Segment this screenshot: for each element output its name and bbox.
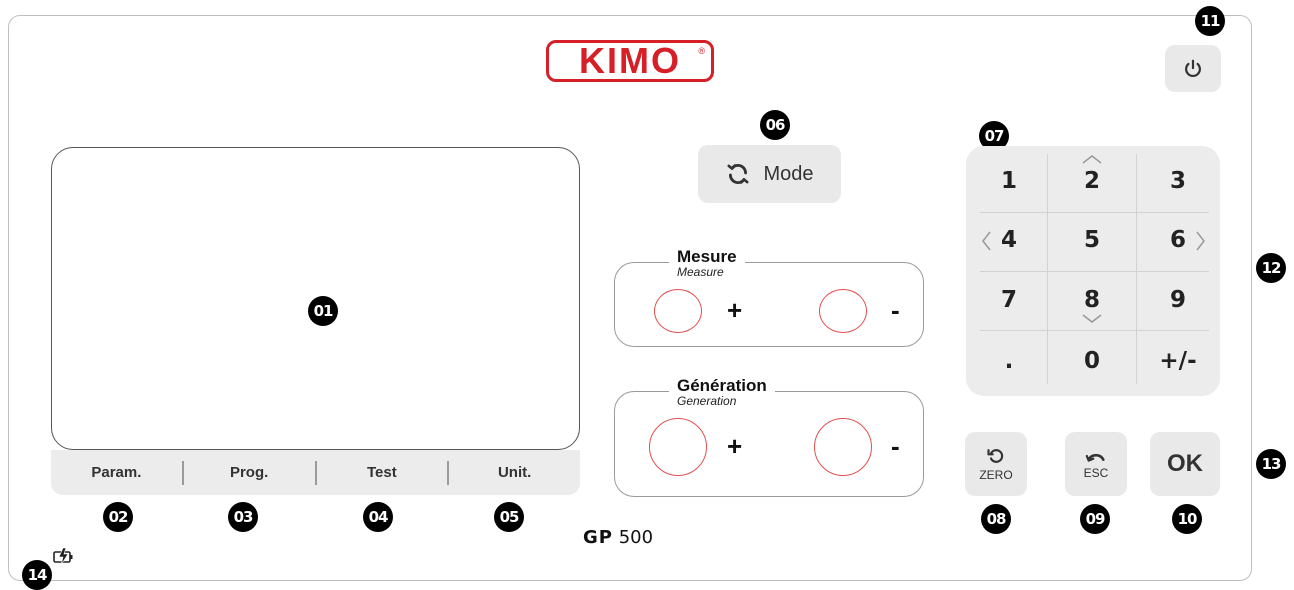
- generation-minus-button[interactable]: [814, 418, 872, 476]
- numeric-keypad: 1 2 3 4 5 6 7 8 9 . 0 +/-: [966, 146, 1220, 396]
- callout-08: 08: [981, 504, 1011, 534]
- key-6[interactable]: 6: [1138, 211, 1218, 269]
- callout-12: 12: [1256, 253, 1286, 283]
- measure-title: Mesure: [677, 247, 737, 266]
- generation-minus-sign: -: [891, 431, 900, 461]
- logo-text: KIMO: [579, 40, 681, 81]
- keypad-divider: [1136, 154, 1137, 384]
- model-number: 500: [618, 527, 654, 548]
- measure-minus-button[interactable]: [819, 289, 867, 333]
- param-key[interactable]: Param.: [51, 450, 182, 495]
- function-key-bar: Param. Prog. Test Unit.: [51, 450, 580, 495]
- ok-button[interactable]: OK: [1150, 432, 1220, 496]
- test-key[interactable]: Test: [317, 450, 448, 495]
- callout-14: 14: [22, 560, 52, 590]
- key-1[interactable]: 1: [969, 152, 1049, 210]
- kimo-logo: KIMO ®: [546, 40, 714, 82]
- measure-subtitle: Measure: [677, 265, 724, 279]
- callout-11: 11: [1195, 6, 1225, 36]
- callout-05: 05: [494, 502, 524, 532]
- key-4[interactable]: 4: [969, 211, 1049, 269]
- measure-minus-sign: -: [891, 295, 900, 325]
- key-plus-minus[interactable]: +/-: [1138, 332, 1218, 390]
- power-button[interactable]: [1165, 45, 1221, 92]
- callout-02: 02: [103, 502, 133, 532]
- right-arrow-icon: [1196, 231, 1205, 251]
- callout-03: 03: [228, 502, 258, 532]
- zero-button[interactable]: ZERO: [965, 432, 1027, 496]
- model-name: GP: [583, 527, 613, 548]
- mode-label: Mode: [763, 162, 814, 185]
- measure-plus-button[interactable]: [654, 289, 702, 333]
- prog-key[interactable]: Prog.: [184, 450, 315, 495]
- key-3[interactable]: 3: [1138, 152, 1218, 210]
- callout-09: 09: [1080, 504, 1110, 534]
- generation-subtitle: Generation: [677, 394, 737, 408]
- key-dot[interactable]: .: [969, 332, 1049, 390]
- generation-plus-sign: +: [727, 431, 743, 461]
- refresh-icon: [727, 163, 749, 185]
- generation-title: Génération: [677, 376, 767, 395]
- key-5[interactable]: 5: [1052, 211, 1132, 269]
- up-arrow-icon: [1082, 155, 1102, 164]
- battery-charging-icon: [53, 547, 73, 566]
- mode-button[interactable]: Mode: [698, 145, 841, 203]
- down-arrow-icon: [1082, 314, 1102, 323]
- generation-plus-button[interactable]: [649, 418, 707, 476]
- key-9[interactable]: 9: [1138, 271, 1218, 329]
- esc-button[interactable]: ESC: [1065, 432, 1127, 496]
- measure-title-block: Mesure Measure: [669, 248, 745, 278]
- callout-06: 06: [760, 110, 790, 140]
- callout-04: 04: [363, 502, 393, 532]
- back-arrow-icon: [1085, 453, 1105, 462]
- callout-13: 13: [1256, 449, 1286, 479]
- key-7[interactable]: 7: [969, 271, 1049, 329]
- key-0[interactable]: 0: [1052, 332, 1132, 390]
- generation-title-block: Génération Generation: [669, 377, 775, 407]
- esc-label: ESC: [1083, 466, 1109, 480]
- power-icon: [1185, 59, 1201, 77]
- registered-mark: ®: [698, 46, 705, 56]
- undo-icon: [987, 449, 1004, 463]
- model-label: GP 500: [583, 527, 653, 548]
- callout-10: 10: [1172, 504, 1202, 534]
- callout-01: 01: [308, 296, 338, 326]
- unit-key[interactable]: Unit.: [449, 450, 580, 495]
- keypad-divider: [980, 330, 1209, 331]
- zero-label: ZERO: [979, 468, 1013, 482]
- measure-plus-sign: +: [727, 295, 743, 325]
